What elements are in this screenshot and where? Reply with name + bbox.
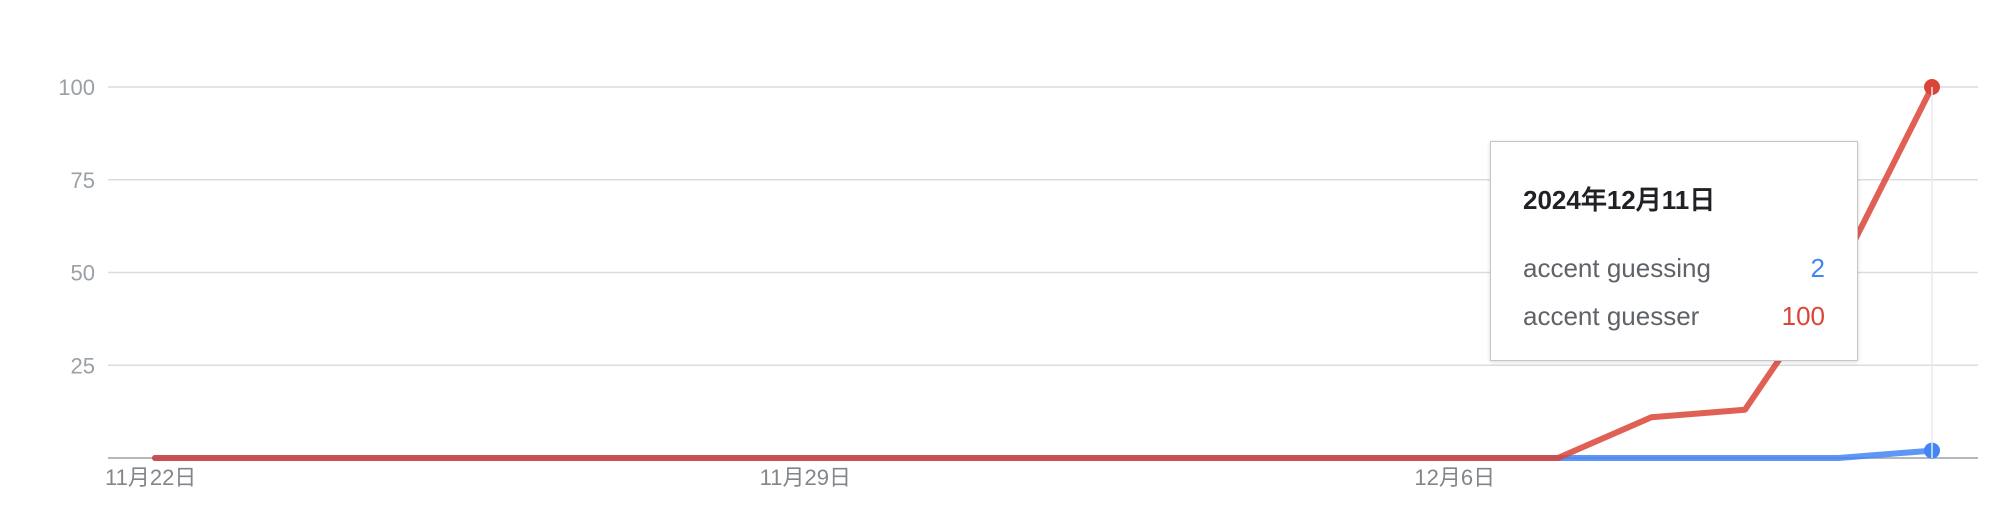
y-axis-ticks: 25 50 75 100 <box>58 75 95 378</box>
x-tick-label: 11月29日 <box>760 465 851 490</box>
tooltip-row-accent-guessing: accent guessing 2 <box>1523 253 1825 287</box>
y-tick-label: 25 <box>71 353 95 378</box>
tooltip-series-label: accent guesser <box>1523 301 1700 331</box>
x-tick-label: 12月6日 <box>1414 465 1495 490</box>
y-tick-label: 75 <box>71 168 95 193</box>
x-tick-label: 11月22日 <box>105 465 196 490</box>
y-tick-label: 100 <box>58 75 95 100</box>
tooltip-series-label: accent guessing <box>1523 253 1711 283</box>
tooltip-date: 2024年12月11日 <box>1523 185 1716 215</box>
tooltip-series-value: 2 <box>1810 253 1825 283</box>
x-axis-ticks: 11月22日 11月29日 12月6日 <box>105 465 1495 490</box>
tooltip-series-value: 100 <box>1781 301 1825 331</box>
tooltip-row-accent-guesser: accent guesser 100 <box>1523 301 1825 335</box>
y-tick-label: 50 <box>71 261 95 286</box>
hover-tooltip: 2024年12月11日 accent guessing 2 accent gue… <box>1490 141 1858 361</box>
